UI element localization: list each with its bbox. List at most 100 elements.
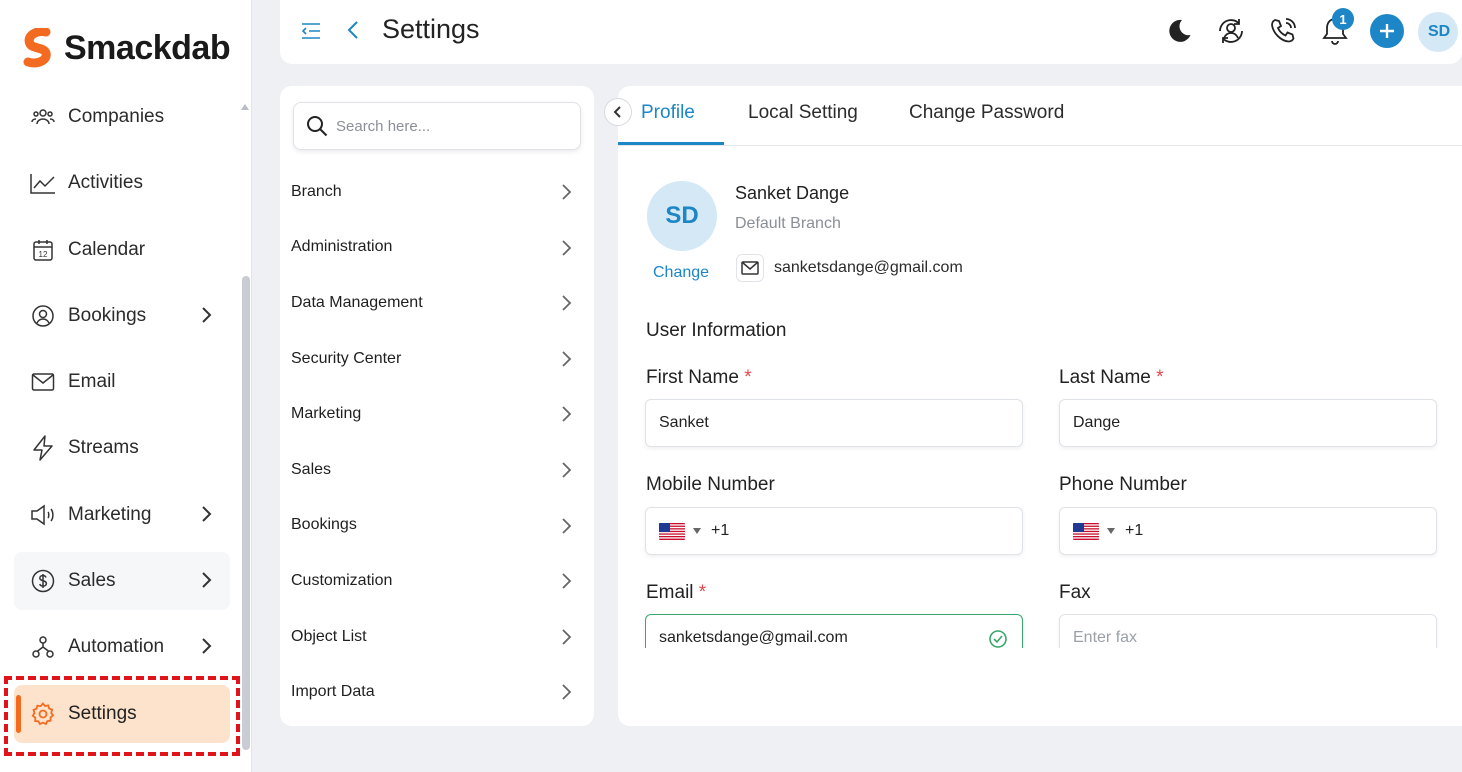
settings-menu-label: Customization: [291, 571, 393, 589]
calendar-icon: 12: [30, 237, 56, 263]
mail-icon: [736, 254, 764, 282]
last-name-field[interactable]: [1059, 399, 1437, 447]
sidebar-item-label: Settings: [68, 702, 137, 724]
phone-icon[interactable]: [1266, 14, 1300, 48]
tab-local-setting[interactable]: Local Setting: [748, 102, 858, 124]
required-mark: *: [698, 582, 707, 603]
sidebar-item-settings[interactable]: Settings: [14, 684, 230, 743]
settings-menu-item[interactable]: Bookings: [280, 498, 594, 554]
email-label: Email *: [646, 582, 706, 604]
settings-menu-item[interactable]: Branch: [280, 164, 594, 220]
sidebar-item-streams[interactable]: Streams: [14, 419, 230, 477]
back-icon[interactable]: [342, 18, 366, 42]
user-avatar[interactable]: SD: [1418, 12, 1458, 52]
chevron-right-icon: [562, 295, 572, 311]
fax-input[interactable]: [1073, 629, 1393, 647]
sidebar-item-label: Companies: [68, 106, 165, 127]
settings-menu-item[interactable]: Security Center: [280, 331, 594, 387]
chevron-right-icon[interactable]: [196, 504, 216, 524]
sidebar-item-sales[interactable]: Sales: [14, 552, 230, 611]
chevron-right-icon[interactable]: [196, 636, 216, 656]
gear-icon: [30, 701, 56, 727]
last-name-label: Last Name *: [1059, 367, 1164, 389]
scroll-up-arrow-icon[interactable]: [241, 104, 249, 110]
sidebar-item-label: Calendar: [68, 238, 146, 260]
section-title: User Information: [646, 320, 787, 341]
plus-icon: [1380, 24, 1394, 38]
add-button[interactable]: [1370, 14, 1404, 48]
active-tab-indicator: [618, 142, 724, 145]
collapse-menu-button[interactable]: [604, 98, 632, 126]
settings-menu-list: Branch Administration Data Management Se…: [280, 164, 594, 720]
sidebar-item-bookings[interactable]: Bookings: [14, 287, 230, 345]
settings-menu-label: Data Management: [291, 293, 423, 311]
chevron-right-icon[interactable]: [196, 305, 216, 325]
settings-menu-item[interactable]: Import Data: [280, 664, 594, 720]
page-title: Settings: [382, 14, 480, 44]
us-flag-icon[interactable]: [659, 522, 685, 540]
profile-avatar: SD: [647, 181, 717, 251]
sidebar-item-calendar[interactable]: 12 Calendar: [14, 221, 230, 279]
sidebar-item-companies[interactable]: Companies: [14, 88, 230, 146]
settings-search[interactable]: [293, 102, 581, 150]
sidebar-item-automation[interactable]: Automation: [14, 618, 230, 676]
settings-menu-item[interactable]: Sales: [280, 442, 594, 498]
caret-down-icon[interactable]: [1107, 528, 1115, 534]
settings-menu-label: Security Center: [291, 349, 402, 367]
dollar-icon: [30, 568, 56, 594]
last-name-input[interactable]: [1073, 414, 1393, 432]
first-name-field[interactable]: [645, 399, 1023, 447]
search-input[interactable]: [336, 117, 556, 135]
chevron-right-icon: [562, 406, 572, 423]
moon-icon[interactable]: [1162, 14, 1196, 48]
caret-down-icon[interactable]: [693, 528, 701, 534]
sidebar-item-label: Streams: [68, 437, 139, 459]
settings-menu-item[interactable]: Marketing: [280, 386, 594, 442]
first-name-label: First Name *: [646, 367, 752, 389]
settings-menu-item[interactable]: Data Management: [280, 275, 594, 331]
email-input[interactable]: [659, 629, 979, 647]
settings-menu-label: Bookings: [291, 516, 357, 534]
phone-number-label: Phone Number: [1059, 474, 1187, 495]
sidebar: Smackdab Companies Activities 12 Calenda…: [0, 0, 252, 772]
chevron-right-icon: [562, 517, 572, 534]
chevron-right-icon: [562, 184, 572, 200]
sidebar-item-label: Sales: [68, 570, 116, 592]
notification-badge: 1: [1332, 8, 1354, 30]
activities-icon: [30, 170, 56, 196]
automation-icon: [30, 634, 56, 660]
change-avatar-link[interactable]: Change: [653, 264, 709, 282]
sidebar-item-email[interactable]: Email: [14, 353, 230, 411]
mobile-number-label: Mobile Number: [646, 474, 775, 495]
chevron-right-icon: [562, 239, 572, 256]
settings-menu-label: Object List: [291, 627, 367, 645]
first-name-input[interactable]: [659, 414, 979, 432]
settings-menu-label: Sales: [291, 460, 332, 478]
sidebar-item-activities[interactable]: Activities: [14, 154, 230, 212]
chevron-right-icon[interactable]: [196, 570, 216, 590]
user-email: sanketsdange@gmail.com: [774, 259, 963, 276]
user-branch: Default Branch: [735, 215, 841, 232]
mobile-number-field[interactable]: +1: [645, 507, 1023, 555]
panel-scroll-mask: [618, 648, 1462, 726]
settings-menu-item[interactable]: Customization: [280, 553, 594, 609]
user-sync-icon[interactable]: [1214, 14, 1248, 48]
phone-number-field[interactable]: +1: [1059, 507, 1437, 555]
brand-logo[interactable]: Smackdab: [22, 28, 231, 68]
companies-icon: [30, 104, 56, 130]
menu-collapse-icon[interactable]: [300, 20, 322, 42]
settings-menu-label: Administration: [291, 238, 393, 256]
mobile-dial-code: +1: [711, 522, 730, 539]
profile-panel: Profile Local Setting Change Password SD…: [618, 86, 1462, 726]
check-circle-icon: [989, 630, 1007, 648]
tab-change-password[interactable]: Change Password: [909, 102, 1064, 124]
sidebar-item-marketing[interactable]: Marketing: [14, 486, 230, 544]
chevron-right-icon: [562, 573, 572, 589]
bookings-icon: [30, 303, 56, 329]
tab-profile[interactable]: Profile: [641, 102, 695, 124]
us-flag-icon[interactable]: [1073, 522, 1099, 540]
settings-menu-item[interactable]: Object List: [280, 609, 594, 665]
settings-menu-item[interactable]: Administration: [280, 220, 594, 276]
required-mark: *: [744, 367, 752, 388]
sidebar-scrollbar[interactable]: [242, 276, 250, 750]
